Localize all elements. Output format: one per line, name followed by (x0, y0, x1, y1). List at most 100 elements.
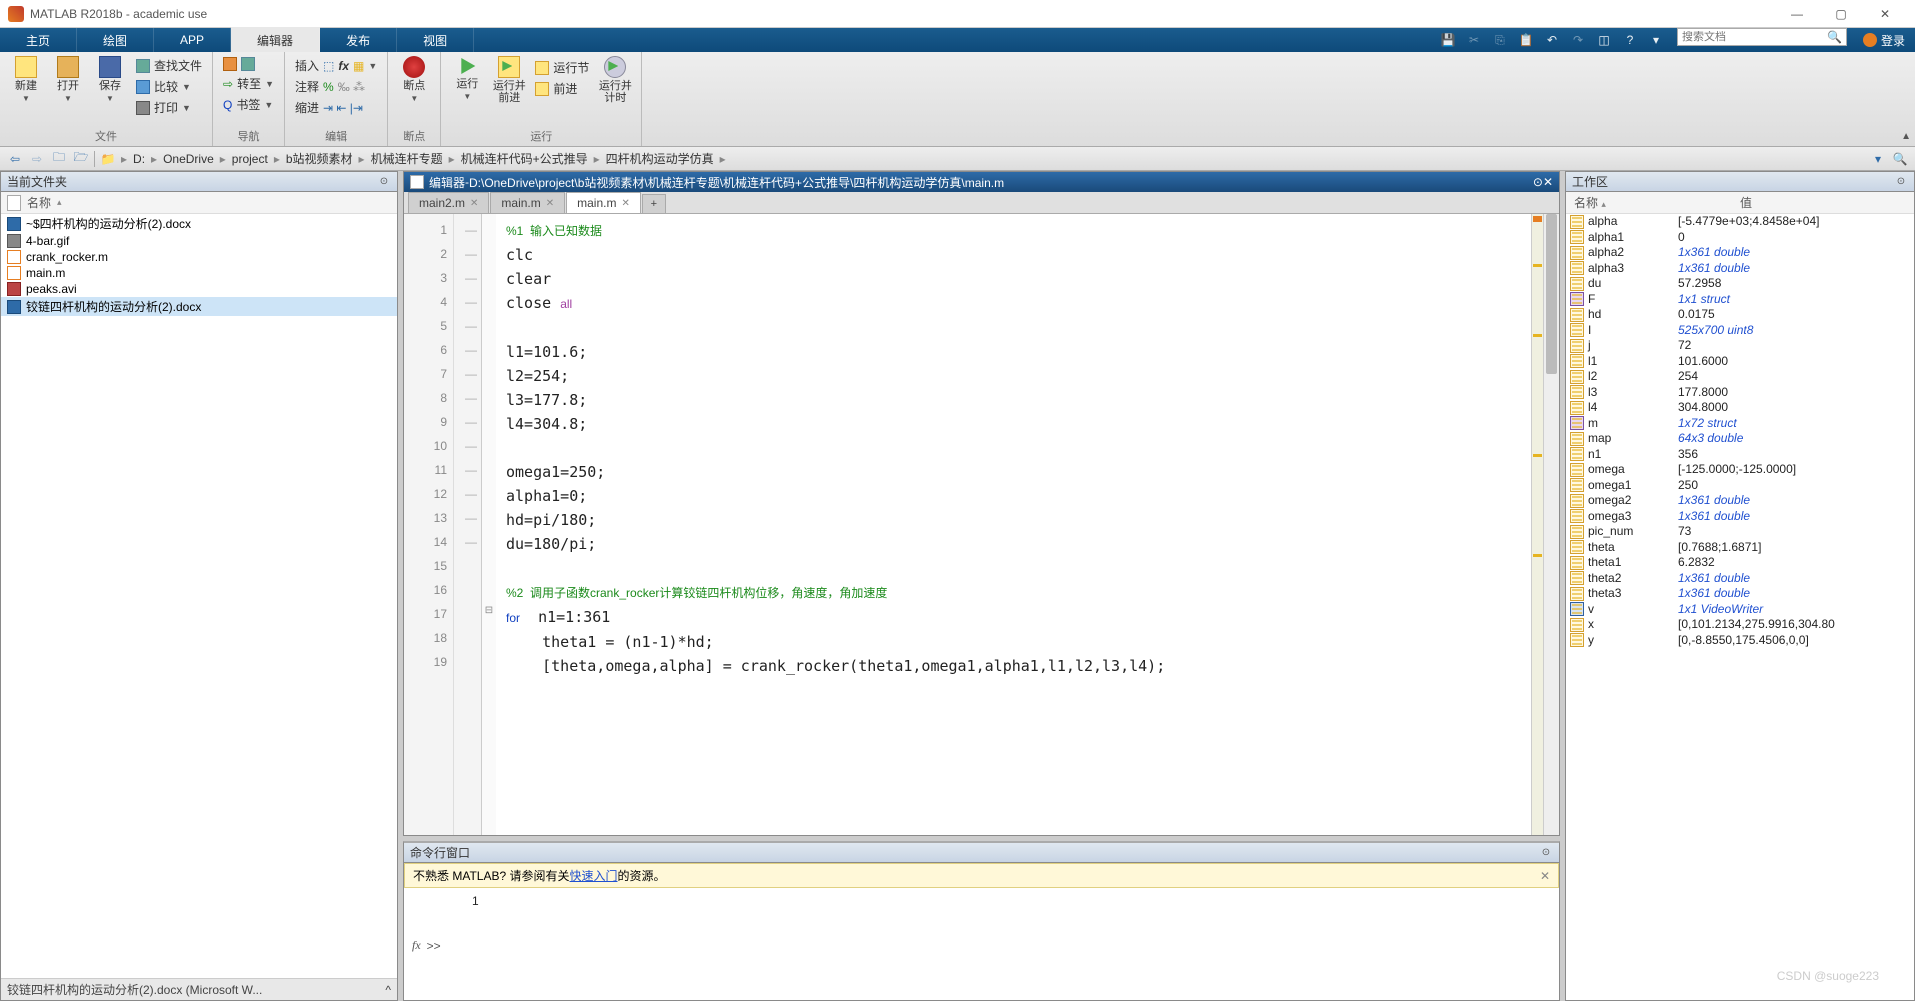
file-item[interactable]: 4-bar.gif (1, 233, 397, 249)
file-item[interactable]: main.m (1, 265, 397, 281)
copy-icon[interactable]: ⎘ (1491, 31, 1509, 49)
workspace-var[interactable]: theta16.2832 (1566, 555, 1914, 571)
workspace-var[interactable]: omega21x361 double (1566, 493, 1914, 509)
cmd-menu-icon[interactable]: ⊙ (1539, 846, 1553, 860)
fold-gutter[interactable]: ⊟ (482, 214, 496, 835)
save-button[interactable]: 保存▼ (90, 54, 130, 128)
undo-icon[interactable]: ↶ (1543, 31, 1561, 49)
paste-icon[interactable]: 📋 (1517, 31, 1535, 49)
breadcrumb-6[interactable]: 四杆机构运动学仿真 (604, 150, 716, 167)
workspace-var[interactable]: omega31x361 double (1566, 509, 1914, 525)
workspace-var[interactable]: y[0,-8.8550,175.4506,0,0] (1566, 633, 1914, 649)
status-expand-icon[interactable]: ^ (385, 983, 391, 997)
login-button[interactable]: 登录 (1853, 28, 1915, 52)
run-advance-button[interactable]: 运行并 前进 (489, 54, 529, 128)
editor-tab[interactable]: main.m✕ (566, 192, 641, 213)
collapse-toolstrip-icon[interactable]: ▲ (1901, 131, 1911, 142)
tab-publish[interactable]: 发布 (320, 28, 397, 52)
breadcrumb-3[interactable]: b站视频素材 (284, 150, 355, 167)
file-item[interactable]: peaks.avi (1, 281, 397, 297)
editor-close-icon[interactable]: ✕ (1543, 175, 1553, 189)
breadcrumb-0[interactable]: D: (131, 152, 147, 166)
tab-close-icon[interactable]: ✕ (621, 198, 629, 209)
workspace-var[interactable]: pic_num73 (1566, 524, 1914, 540)
workspace-var[interactable]: v1x1 VideoWriter (1566, 602, 1914, 618)
workspace-var[interactable]: alpha31x361 double (1566, 261, 1914, 277)
folder-icon[interactable]: 📁 (99, 150, 117, 168)
advance-button[interactable]: 前进 (531, 79, 593, 98)
indent-button[interactable]: 缩进 ⇥ ⇤ |⇥ (291, 98, 381, 117)
breadcrumb-2[interactable]: project (230, 152, 270, 166)
workspace-var[interactable]: n1356 (1566, 447, 1914, 463)
insert-button[interactable]: 插入 ⬚ fx ▦ ▼ (291, 56, 381, 75)
maximize-button[interactable]: ▢ (1819, 2, 1863, 26)
new-tab-button[interactable]: + (642, 194, 666, 213)
doc-search-input[interactable] (1682, 31, 1827, 43)
close-button[interactable]: ✕ (1863, 2, 1907, 26)
workspace-var[interactable]: alpha21x361 double (1566, 245, 1914, 261)
search-path-icon[interactable]: 🔍 (1891, 150, 1909, 168)
workspace-var[interactable]: alpha[-5.4779e+03;4.8458e+04] (1566, 214, 1914, 230)
workspace-var[interactable]: map64x3 double (1566, 431, 1914, 447)
ws-menu-icon[interactable]: ⊙ (1894, 175, 1908, 189)
editor-menu-icon[interactable]: ⊙ (1533, 175, 1543, 189)
workspace-var[interactable]: F1x1 struct (1566, 292, 1914, 308)
doc-search[interactable]: 🔍 (1677, 28, 1847, 46)
workspace-var[interactable]: omega1250 (1566, 478, 1914, 494)
path-dropdown-icon[interactable]: ▾ (1869, 150, 1887, 168)
file-item[interactable]: ~$四杆机构的运动分析(2).docx (1, 214, 397, 233)
workspace-var[interactable]: I525x700 uint8 (1566, 323, 1914, 339)
run-section-button[interactable]: 运行节 (531, 58, 593, 77)
goto-button[interactable] (219, 56, 278, 72)
fx-icon[interactable]: fx (412, 938, 421, 953)
code-area[interactable]: %1 输入已知数据 clc clear close all l1=101.6; … (496, 214, 1531, 835)
tab-close-icon[interactable]: ✕ (546, 198, 554, 209)
breadcrumb-4[interactable]: 机械连杆专题 (369, 150, 445, 167)
print-button[interactable]: 打印 ▼ (132, 98, 206, 117)
file-item[interactable]: 铰链四杆机构的运动分析(2).docx (1, 297, 397, 316)
workspace-var[interactable]: x[0,101.2134,275.9916,304.80 (1566, 617, 1914, 633)
ws-col-name[interactable]: 名称 ▴ (1574, 194, 1740, 211)
workspace-var[interactable]: theta31x361 double (1566, 586, 1914, 602)
file-item[interactable]: crank_rocker.m (1, 249, 397, 265)
editor-scrollbar[interactable] (1543, 214, 1559, 835)
workspace-var[interactable]: theta21x361 double (1566, 571, 1914, 587)
workspace-var[interactable]: l2254 (1566, 369, 1914, 385)
find-files-button[interactable]: 查找文件 (132, 56, 206, 75)
run-button[interactable]: 运行▼ (447, 54, 487, 128)
workspace-var[interactable]: m1x72 struct (1566, 416, 1914, 432)
workspace-var[interactable]: theta[0.7688;1.6871] (1566, 540, 1914, 556)
new-button[interactable]: 新建▼ (6, 54, 46, 128)
search-icon[interactable]: 🔍 (1827, 30, 1842, 44)
workspace-var[interactable]: du57.2958 (1566, 276, 1914, 292)
tab-editor[interactable]: 编辑器 (231, 27, 320, 52)
save-icon[interactable]: 💾 (1439, 31, 1457, 49)
open-button[interactable]: 打开▼ (48, 54, 88, 128)
help-icon[interactable]: ? (1621, 31, 1639, 49)
breakpoint-gutter[interactable] (454, 214, 482, 835)
workspace-var[interactable]: l3177.8000 (1566, 385, 1914, 401)
tab-plot[interactable]: 绘图 (77, 28, 154, 52)
breadcrumb-5[interactable]: 机械连杆代码+公式推导 (459, 150, 590, 167)
tab-view[interactable]: 视图 (397, 28, 474, 52)
back-button[interactable]: ⇦ (6, 150, 24, 168)
tab-home[interactable]: 主页 (0, 28, 77, 52)
goto-sub-button[interactable]: ⇨ 转至 ▼ (219, 74, 278, 93)
quick-start-link[interactable]: 快速入门 (569, 867, 617, 884)
workspace-var[interactable]: l1101.6000 (1566, 354, 1914, 370)
workspace-var[interactable]: j72 (1566, 338, 1914, 354)
comment-button[interactable]: 注释 % ‰ ⁂ (291, 77, 381, 96)
workspace-var[interactable]: alpha10 (1566, 230, 1914, 246)
command-window-body[interactable]: 不熟悉 MATLAB? 请参阅有关快速入门的资源。 ✕ 1 fx>> (404, 863, 1559, 957)
code-marker-bar[interactable] (1531, 214, 1543, 835)
compare-button[interactable]: 比较 ▼ (132, 77, 206, 96)
ws-col-value[interactable]: 值 (1740, 194, 1906, 211)
quick-dropdown-icon[interactable]: ▾ (1647, 31, 1665, 49)
folder-header[interactable]: 名称 ▴ (1, 192, 397, 214)
breakpoint-button[interactable]: 断点▼ (394, 54, 434, 128)
editor-tab[interactable]: main2.m✕ (408, 192, 489, 213)
switch-window-icon[interactable]: ◫ (1595, 31, 1613, 49)
browse-folder-icon[interactable]: 🗁 (72, 150, 90, 168)
cut-icon[interactable]: ✂ (1465, 31, 1483, 49)
command-prompt[interactable]: fx>> (412, 938, 1551, 953)
